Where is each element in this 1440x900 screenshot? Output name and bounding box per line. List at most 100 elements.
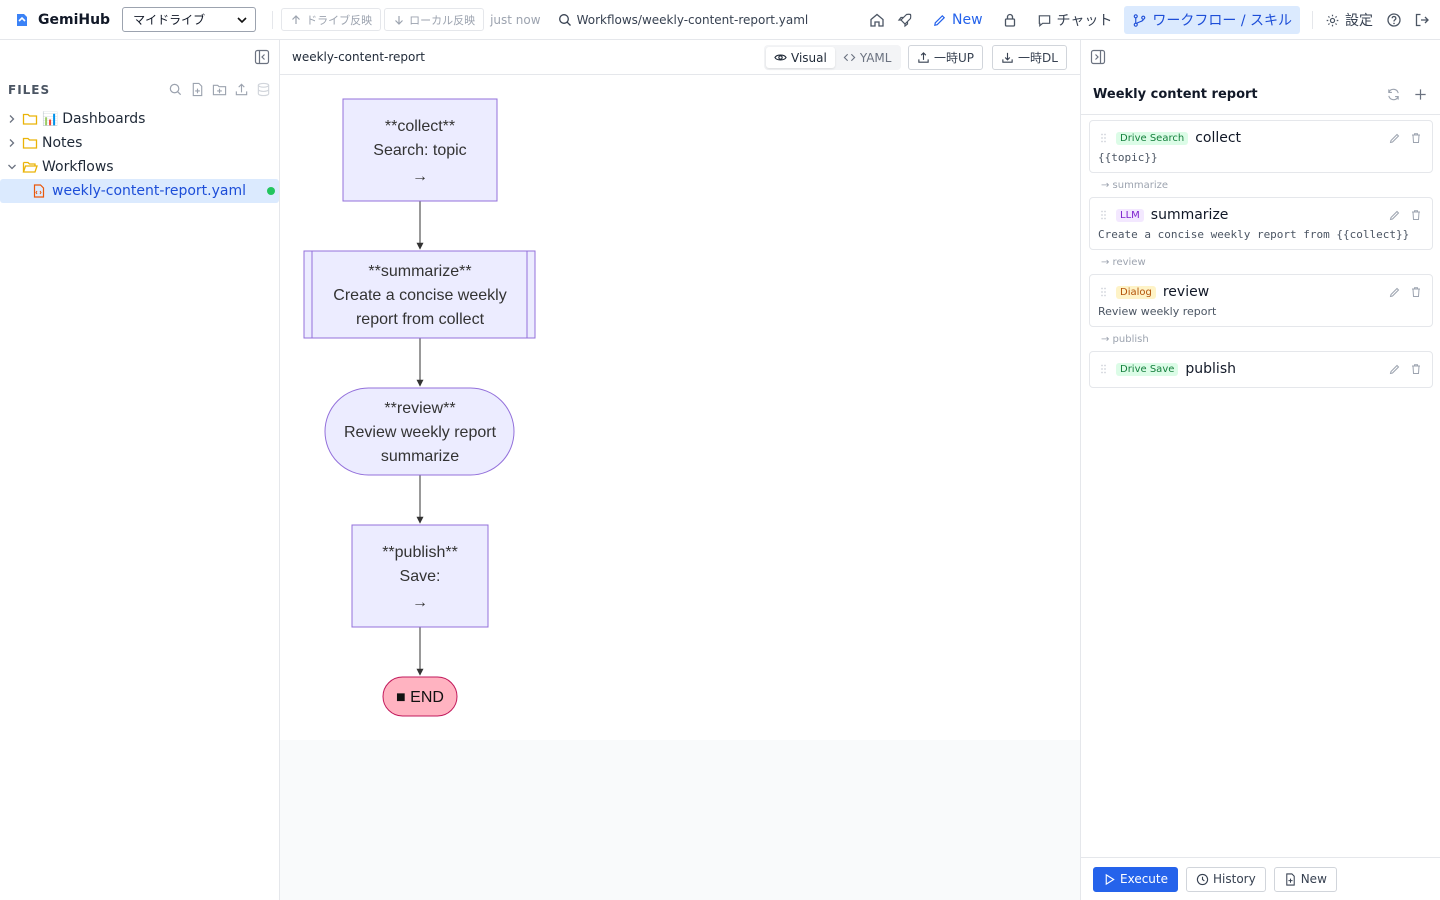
arrow-down-icon: [395, 15, 404, 25]
flow-node-publish[interactable]: **publish** Save: →: [351, 524, 489, 628]
search-icon[interactable]: [168, 82, 184, 98]
edit-icon[interactable]: [1389, 286, 1401, 298]
history-button[interactable]: History: [1186, 866, 1266, 892]
new-workflow-label: New: [1300, 872, 1327, 886]
node-text: Review weekly report: [344, 424, 497, 441]
rocket-icon[interactable]: [896, 11, 914, 29]
new-file-icon[interactable]: [190, 82, 206, 98]
help-icon[interactable]: [1385, 11, 1403, 29]
edit-icon[interactable]: [1389, 209, 1401, 221]
history-label: History: [1213, 872, 1256, 886]
workflow-panel: Weekly content report Drive Search colle…: [1080, 40, 1440, 900]
collapse-panel-icon[interactable]: [1090, 49, 1106, 65]
settings-button[interactable]: 設定: [1325, 6, 1373, 34]
yaml-mode-button[interactable]: YAML: [835, 47, 900, 68]
tree-folder-workflows[interactable]: Workflows: [0, 155, 279, 179]
logout-icon[interactable]: [1413, 11, 1431, 29]
pencil-icon: [934, 14, 946, 26]
tree-file-weekly-content-report[interactable]: weekly-content-report.yaml: [0, 179, 279, 203]
file-tree: 📊 Dashboards Notes Workflows weekly-cont…: [0, 107, 279, 203]
node-next-link: → summarize: [1101, 179, 1169, 191]
file-search[interactable]: Workflows/weekly-content-report.yaml: [558, 13, 808, 27]
node-text: summarize: [381, 448, 459, 465]
trash-icon[interactable]: [1410, 209, 1422, 221]
temp-upload-button[interactable]: 一時UP: [908, 45, 984, 70]
refresh-icon[interactable]: [1386, 87, 1401, 102]
node-text: **publish**: [382, 544, 458, 561]
flow-node-review[interactable]: **review** Review weekly report summariz…: [324, 387, 515, 476]
node-text: **collect**: [385, 118, 455, 135]
divider: [272, 10, 274, 29]
temp-download-button[interactable]: 一時DL: [992, 45, 1067, 70]
visual-mode-button[interactable]: Visual: [766, 47, 835, 68]
drag-handle-icon[interactable]: [1098, 363, 1108, 375]
node-card-summarize[interactable]: LLM summarize Create a concise weekly re…: [1089, 197, 1433, 250]
home-icon[interactable]: [868, 11, 886, 29]
node-text: Create a concise weekly: [333, 287, 506, 304]
panel-header: Weekly content report: [1081, 75, 1440, 115]
node-name: summarize: [1150, 207, 1229, 223]
node-text: **summarize**: [368, 263, 471, 280]
drive-select-value: マイドライブ: [133, 13, 206, 27]
node-name: review: [1162, 284, 1210, 300]
code-icon: [843, 53, 856, 62]
view-mode-toggle: Visual YAML: [764, 45, 902, 70]
tree-folder-dashboards[interactable]: 📊 Dashboards: [0, 107, 279, 131]
node-card-collect[interactable]: Drive Search collect {{topic}}: [1089, 120, 1433, 173]
edit-icon[interactable]: [1389, 132, 1401, 144]
flow-node-summarize[interactable]: **summarize** Create a concise weekly re…: [303, 250, 536, 339]
trash-icon[interactable]: [1410, 363, 1422, 375]
new-file-icon: [1285, 872, 1295, 886]
new-file-button[interactable]: New: [926, 6, 989, 34]
gear-icon: [1326, 14, 1339, 26]
tree-label: Dashboards: [62, 111, 146, 127]
node-type-badge: LLM: [1116, 208, 1144, 222]
app-logo[interactable]: GemiHub: [14, 12, 110, 28]
new-workflow-button[interactable]: New: [1273, 866, 1337, 892]
tree-label: Workflows: [42, 159, 114, 175]
tree-folder-notes[interactable]: Notes: [0, 131, 279, 155]
trash-icon[interactable]: [1410, 132, 1422, 144]
drive-select[interactable]: マイドライブ: [122, 7, 257, 32]
chat-button[interactable]: チャット: [1031, 6, 1119, 34]
pull-to-local-button[interactable]: ローカル反映: [384, 8, 485, 31]
node-list: Drive Search collect {{topic}} → summari…: [1089, 120, 1433, 388]
add-node-icon[interactable]: [1413, 87, 1428, 102]
node-description: Create a concise weekly report from {{co…: [1098, 228, 1410, 241]
tree-label: weekly-content-report.yaml: [52, 183, 247, 199]
lock-icon[interactable]: [1001, 11, 1019, 29]
yaml-file-icon: [32, 184, 46, 198]
node-card-review[interactable]: Dialog review Review weekly report: [1089, 274, 1433, 327]
trash-icon[interactable]: [1410, 286, 1422, 298]
panel-footer: Execute History New: [1081, 857, 1440, 900]
database-icon[interactable]: [256, 82, 272, 98]
execute-button[interactable]: Execute: [1093, 866, 1178, 892]
workflow-title: weekly-content-report: [292, 50, 426, 64]
push-to-drive-button[interactable]: ドライブ反映: [281, 8, 382, 31]
visual-mode-label: Visual: [791, 50, 827, 65]
node-text: **review**: [384, 400, 455, 417]
flowchart-canvas: **collect** Search: topic → **summarize*…: [280, 75, 1080, 740]
drag-handle-icon[interactable]: [1098, 209, 1108, 221]
node-name: collect: [1195, 130, 1242, 146]
new-folder-icon[interactable]: [212, 82, 228, 98]
tree-label: Notes: [42, 135, 83, 151]
node-text: →: [412, 594, 428, 611]
node-text: Search: topic: [373, 142, 466, 159]
drag-handle-icon[interactable]: [1098, 286, 1108, 298]
collapse-sidebar-icon[interactable]: [254, 49, 270, 65]
node-text: →: [412, 168, 428, 185]
node-card-publish[interactable]: Drive Save publish: [1089, 351, 1433, 388]
upload-icon[interactable]: [234, 82, 250, 98]
drag-handle-icon[interactable]: [1098, 132, 1108, 144]
edit-icon[interactable]: [1389, 363, 1401, 375]
flow-node-end[interactable]: ■ END: [382, 676, 458, 717]
search-icon: [558, 13, 571, 26]
flow-node-collect[interactable]: **collect** Search: topic →: [342, 98, 498, 202]
pull-to-local-label: ローカル反映: [409, 13, 476, 27]
node-type-badge: Drive Save: [1116, 362, 1179, 376]
node-next-link: → review: [1101, 256, 1146, 268]
file-actions: [168, 82, 272, 98]
gemihub-logo-icon: [17, 13, 27, 26]
workflow-skill-button[interactable]: ワークフロー / スキル: [1124, 6, 1301, 34]
